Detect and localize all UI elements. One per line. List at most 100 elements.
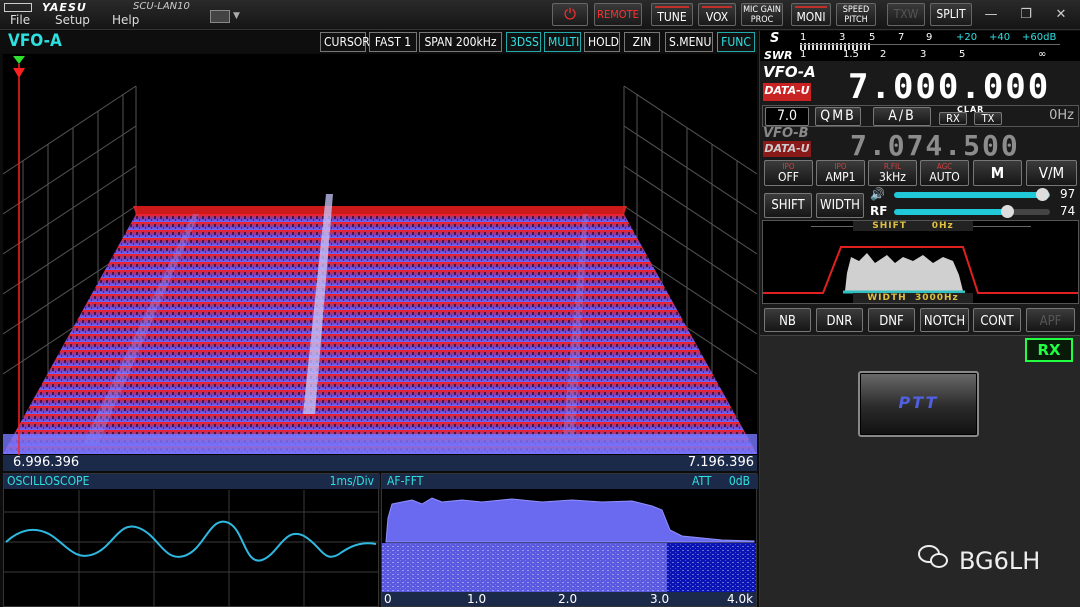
zin-button[interactable]: ZIN — [624, 32, 660, 52]
s-scale-9: 9 — [926, 32, 933, 43]
speed-label: SPEED — [842, 5, 870, 15]
tx-marker-icon — [13, 56, 25, 64]
cursor-button[interactable]: CURSOR — [320, 32, 370, 52]
moni-button[interactable]: MONI — [791, 3, 831, 26]
nb-button[interactable]: NB — [764, 308, 811, 332]
txw-button[interactable]: TXW — [887, 3, 925, 26]
apf-button[interactable]: APF — [1026, 308, 1075, 332]
clar-offset: 0Hz — [1049, 108, 1074, 123]
vox-button[interactable]: VOX — [698, 3, 736, 26]
a-b-button[interactable]: A/B — [873, 107, 931, 126]
filter-display[interactable]: SHIFT 0Hz WIDTH 3000Hz — [762, 220, 1079, 304]
att-label: ATT — [692, 474, 712, 488]
3dss-spectrum-display[interactable] — [3, 54, 757, 455]
band-button[interactable]: 7.0 — [765, 107, 809, 126]
3dss-button[interactable]: 3DSS — [506, 32, 541, 52]
func-button[interactable]: FUNC — [717, 32, 755, 52]
rx-marker-icon — [13, 68, 25, 78]
power-button[interactable]: ⏻ — [552, 3, 588, 26]
profile-select-icon[interactable] — [210, 10, 230, 23]
chevron-down-icon[interactable]: ▼ — [233, 11, 240, 21]
s-scale-5: 5 — [869, 32, 876, 43]
swr-label: SWR — [764, 49, 793, 62]
clar-rx-button[interactable]: RX — [939, 112, 967, 125]
shift-button[interactable]: SHIFT — [764, 193, 812, 218]
tune-label: TUNE — [657, 10, 687, 24]
menu-file[interactable]: File — [10, 13, 30, 27]
shift-readout: SHIFT 0Hz — [853, 221, 973, 231]
span-select[interactable]: SPAN 200kHz — [419, 32, 502, 52]
speed-pitch-button[interactable]: SPEED PITCH — [836, 3, 876, 26]
af-axis-3: 3.0 — [650, 592, 670, 606]
filter-passband-graph — [763, 246, 1078, 294]
s-scale-60: +60dB — [1022, 32, 1057, 43]
fast-select[interactable]: FAST 1 — [369, 32, 417, 52]
af-axis-4: 4.0k — [727, 592, 754, 606]
menu-setup[interactable]: Setup — [55, 13, 90, 27]
spectrum-surface — [3, 214, 757, 454]
smenu-button[interactable]: S.MENU — [665, 32, 713, 52]
notch-button[interactable]: NOTCH — [920, 308, 969, 332]
vfo-b-frequency[interactable]: 7.074.500 — [850, 129, 1020, 162]
dnr-button[interactable]: DNR — [816, 308, 863, 332]
ptt-button[interactable]: PTT — [858, 371, 979, 437]
rfil-button[interactable]: R.FIL 3kHz — [868, 160, 917, 186]
menu-help[interactable]: Help — [112, 13, 139, 27]
swr-scale-5: 5 — [959, 49, 966, 60]
vfo-a-mode[interactable]: DATA-U — [763, 83, 811, 101]
dnf-button[interactable]: DNF — [868, 308, 915, 332]
width-button[interactable]: WIDTH — [816, 193, 864, 218]
moni-label: MONI — [796, 10, 826, 24]
swr-scale-1: 1 — [800, 49, 807, 60]
vfo-b-display-label: VFO-B — [763, 126, 809, 141]
close-icon[interactable]: ✕ — [1050, 5, 1072, 25]
hold-button[interactable]: HOLD — [584, 32, 620, 52]
af-axis-1: 1.0 — [467, 592, 487, 606]
af-gain-thumb[interactable] — [1036, 188, 1049, 201]
rf-gain-slider[interactable] — [894, 205, 1050, 218]
rf-gain-value: 74 — [1060, 204, 1076, 218]
ipo-off-button[interactable]: IPO OFF — [764, 160, 813, 186]
vm-button[interactable]: V/M — [1026, 160, 1077, 186]
width-readout: WIDTH 3000Hz — [853, 293, 973, 303]
ptt-label: PTT — [898, 393, 939, 412]
filter-width-label: WIDTH — [867, 293, 907, 303]
rf-gain-thumb[interactable] — [1001, 205, 1014, 218]
swr-scale-2: 2 — [880, 49, 887, 60]
qmb-button[interactable]: QMB — [815, 107, 861, 126]
mic-gain-proc-button[interactable]: MIC GAIN PROC — [741, 3, 783, 26]
dnr-label: DNR — [826, 314, 853, 329]
s-scale-7: 7 — [898, 32, 905, 43]
title-bar: YAESU SCU-LAN10 File Setup Help ▼ ⏻ REMO… — [0, 0, 1080, 30]
agc-button[interactable]: AGC AUTO — [920, 160, 969, 186]
m-button[interactable]: M — [973, 160, 1022, 186]
swr-scale-inf: ∞ — [1038, 49, 1047, 60]
s-scale-40: +40 — [989, 32, 1011, 43]
app-name: SCU-LAN10 — [133, 1, 190, 12]
multi-button[interactable]: MULTI — [544, 32, 581, 52]
vfo-a-display-label: VFO-A — [763, 63, 816, 81]
vfo-a-frequency[interactable]: 7.000.000 — [848, 67, 1050, 107]
tune-button[interactable]: TUNE — [651, 3, 693, 26]
mic-gain-label: MIC GAIN — [743, 5, 781, 15]
filter-shift-label: SHIFT — [872, 221, 907, 231]
txw-label: TXW — [893, 7, 919, 21]
af-gain-slider[interactable] — [894, 188, 1050, 201]
watermark-text: BG6LH — [959, 547, 1041, 575]
vfo-b-mode[interactable]: DATA-U — [763, 141, 811, 157]
cont-button[interactable]: CONT — [973, 308, 1021, 332]
split-button[interactable]: SPLIT — [930, 3, 972, 26]
remote-button[interactable]: REMOTE — [594, 3, 642, 26]
clar-tx-button[interactable]: TX — [974, 112, 1002, 125]
cont-label: CONT — [980, 314, 1014, 329]
amp1-button[interactable]: IPO AMP1 — [816, 160, 865, 186]
minimize-icon[interactable]: — — [980, 5, 1002, 25]
maximize-icon[interactable]: ❐ — [1015, 5, 1037, 25]
freq-left-label: 6.996.396 — [13, 455, 80, 470]
right-control-panel: S 1 3 5 7 9 +20 +40 +60dB SWR 1 1.5 2 3 … — [759, 31, 1080, 607]
swr-scale-3: 3 — [920, 49, 927, 60]
pitch-label: PITCH — [844, 15, 868, 25]
oscilloscope-scale: 1ms/Div — [329, 474, 374, 488]
apf-label: APF — [1039, 314, 1062, 329]
nb-label: NB — [779, 314, 796, 329]
